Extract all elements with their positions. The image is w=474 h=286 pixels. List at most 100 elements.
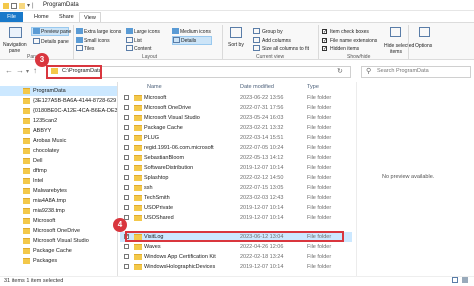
file-row[interactable]: Package Cache 2023-02-21 13:32 File folder (120, 123, 352, 133)
content-option[interactable]: Content (134, 46, 152, 52)
forward-arrow-icon[interactable]: → (16, 66, 24, 75)
row-checkbox[interactable] (124, 135, 129, 140)
small-icons-option[interactable]: Small icons (84, 38, 110, 44)
back-arrow-icon[interactable]: ← (5, 66, 13, 75)
properties-icon[interactable] (11, 2, 17, 9)
tab-file[interactable]: File (0, 12, 23, 22)
file-row[interactable]: Windows App Certification Kit 2022-02-18 … (120, 252, 352, 262)
large-icons-view-icon[interactable] (462, 277, 468, 283)
file-row[interactable]: Microsoft Visual Studio 2023-05-24 16:03 F… (120, 113, 352, 123)
file-row[interactable]: USOShared 2019-12-07 10:14 File folder (120, 213, 352, 223)
nav-item[interactable]: ABBYY (0, 126, 117, 136)
row-checkbox[interactable] (124, 175, 129, 180)
folder-icon (134, 105, 142, 111)
nav-item[interactable]: Microsoft OneDrive (0, 226, 117, 236)
nav-item[interactable]: Microsoft Visual Studio (0, 236, 117, 246)
tab-share[interactable]: Share (55, 12, 78, 22)
refresh-icon[interactable]: ↻ (337, 67, 343, 75)
nav-item[interactable]: Packages (0, 256, 117, 266)
folder-icon (23, 128, 30, 134)
row-checkbox[interactable] (124, 254, 129, 259)
file-row[interactable]: Microsoft 2023-06-22 13:56 File folder (120, 93, 352, 103)
nav-item[interactable]: mia9238.tmp (0, 206, 117, 216)
sort-by-button[interactable]: Sort by (228, 42, 244, 48)
tiles-option[interactable]: Tiles (84, 46, 94, 52)
tab-view[interactable]: View (79, 12, 101, 22)
large-icons-option[interactable]: Large icons (134, 29, 160, 35)
row-checkbox[interactable] (124, 205, 129, 210)
nav-item[interactable]: Intel (0, 176, 117, 186)
file-row[interactable]: Microsoft OneDrive 2022-07-31 17:56 File f… (120, 103, 352, 113)
size-columns-button[interactable]: Size all columns to fit (262, 46, 309, 52)
nav-item[interactable]: dftmp (0, 166, 117, 176)
row-checkbox[interactable] (124, 125, 129, 130)
file-row[interactable]: SebastianBloom 2022-05-13 14:12 File folde… (120, 153, 352, 163)
item-check-boxes-checkbox[interactable]: ✓ (322, 29, 327, 35)
file-name-extensions-checkbox[interactable]: ✓ (322, 38, 327, 44)
nav-item-programdata[interactable]: ProgramData (0, 86, 117, 96)
list-option[interactable]: List (134, 38, 142, 44)
details-pane-button[interactable]: Details pane (41, 39, 69, 45)
file-row[interactable]: Splashtop 2022-02-12 14:50 File folder (120, 173, 352, 183)
hidden-items-checkbox[interactable]: ✓ (322, 46, 327, 52)
row-checkbox[interactable] (124, 165, 129, 170)
selected-row-highlight-box (125, 231, 344, 242)
row-checkbox[interactable] (124, 185, 129, 190)
row-checkbox[interactable] (124, 115, 129, 120)
nav-item[interactable]: Arobas Music (0, 136, 117, 146)
preview-pane-button[interactable]: Preview pane (41, 29, 71, 35)
nav-item[interactable]: Dell (0, 156, 117, 166)
row-checkbox[interactable] (124, 105, 129, 110)
recent-locations-icon[interactable]: ▾ (26, 68, 29, 75)
medium-icons-option[interactable]: Medium icons (180, 29, 211, 35)
row-checkbox[interactable] (124, 195, 129, 200)
new-folder-icon[interactable] (19, 2, 25, 9)
search-input[interactable]: Search ProgramData (377, 68, 429, 74)
row-checkbox[interactable] (124, 95, 129, 100)
file-row[interactable]: SoftwareDistribution 2019-12-07 10:14 File… (120, 163, 352, 173)
group-by-button[interactable]: Group by (262, 29, 283, 35)
up-arrow-icon[interactable]: ↑ (33, 66, 37, 75)
row-checkbox[interactable] (124, 264, 129, 269)
nav-item[interactable]: {3E127A5B-BA6A-4144-8728-629 (0, 96, 117, 106)
tab-home[interactable]: Home (30, 12, 53, 22)
column-type[interactable]: Type (307, 84, 319, 90)
nav-item[interactable]: chocolatey (0, 146, 117, 156)
nav-item[interactable]: mia4A8A.tmp (0, 196, 117, 206)
folder-icon (134, 205, 142, 211)
extra-large-icons-icon (76, 28, 83, 34)
nav-item[interactable]: Microsoft (0, 216, 117, 226)
column-header: Name Date modified Type (120, 83, 355, 92)
medium-icons-icon (172, 28, 179, 34)
file-row[interactable]: TechSmith 2023-02-03 12:43 File folder (120, 193, 352, 203)
file-row[interactable]: WindowsHolographicDevices 2019-12-07 10:1… (120, 262, 352, 272)
nav-item[interactable]: Package Cache (0, 246, 117, 256)
folder-icon (23, 228, 30, 234)
folder-icon (23, 98, 30, 104)
nav-item[interactable]: Malwarebytes (0, 186, 117, 196)
file-row[interactable]: ssh 2022-07-15 13:05 File folder (120, 183, 352, 193)
column-date-modified[interactable]: Date modified (240, 84, 274, 90)
nav-item[interactable]: 1235can2 (0, 116, 117, 126)
details-option[interactable]: Details (181, 38, 196, 44)
file-name-extensions-label: File name extensions (330, 38, 378, 44)
nav-item[interactable]: {0180BE0C-A12E-4CA-B6EA-DE3 (0, 106, 117, 116)
file-row[interactable]: USOPrivate 2019-12-07 10:14 File folder (120, 203, 352, 213)
extra-large-icons-option[interactable]: Extra large icons (84, 29, 121, 35)
column-name[interactable]: Name (147, 84, 162, 90)
file-row[interactable]: PLUG 2022-03-14 15:51 File folder (120, 133, 352, 143)
customize-toolbar-icon[interactable]: ▾ (27, 2, 30, 9)
file-row[interactable]: Waves 2022-04-26 12:06 File folder (120, 242, 352, 252)
hide-selected-label2: items (390, 49, 402, 55)
address-highlight-box (46, 65, 102, 79)
details-view-icon[interactable] (452, 277, 458, 283)
options-button[interactable]: Options (415, 43, 432, 49)
file-row[interactable]: regid.1991-06.com.microsoft 2022-07-05 10… (120, 143, 352, 153)
divider (408, 25, 409, 59)
row-checkbox[interactable] (124, 155, 129, 160)
row-checkbox[interactable] (124, 244, 129, 249)
window-title: ProgramData (43, 2, 79, 8)
row-checkbox[interactable] (124, 145, 129, 150)
navigation-pane-icon[interactable] (9, 27, 22, 38)
add-columns-button[interactable]: Add columns (262, 38, 291, 44)
